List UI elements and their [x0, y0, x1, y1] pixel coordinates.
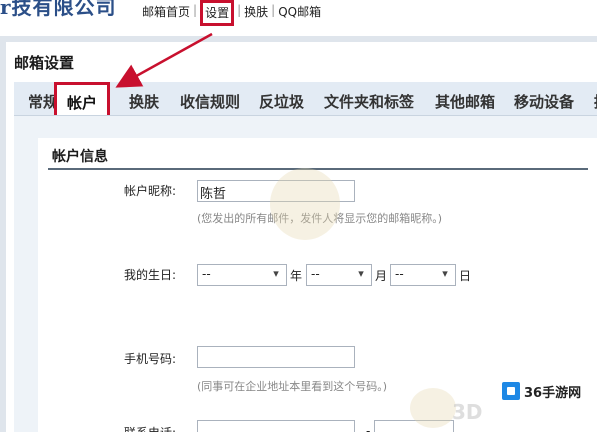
phone-hint: (同事可在企业地址本里看到这个号码。)	[197, 380, 388, 393]
top-bar: r技有限公司 邮箱首页 | 设置 | 换肤 | QQ邮箱	[0, 0, 597, 34]
birth-month-value: --	[311, 267, 320, 281]
mascot-watermark	[410, 388, 456, 428]
site-watermark: 36手游网	[502, 380, 594, 402]
nav-mailbox-home[interactable]: 邮箱首页	[142, 3, 190, 20]
contact-phone-label: 联系电话:	[66, 424, 176, 432]
nav-settings[interactable]: 设置	[200, 0, 235, 26]
top-nav: 邮箱首页 | 设置 | 换肤 | QQ邮箱	[142, 0, 321, 26]
site-watermark-text: 36手游网	[524, 386, 582, 401]
day-unit: 日	[459, 269, 472, 283]
birth-day-select[interactable]: -- ▾	[390, 264, 456, 286]
nav-skin[interactable]: 换肤	[244, 3, 268, 20]
birth-year-value: --	[202, 267, 211, 281]
tab-mobile-devices[interactable]: 移动设备	[514, 91, 574, 112]
birthday-label: 我的生日:	[123, 268, 176, 282]
chevron-down-icon: ▾	[273, 267, 279, 280]
birth-day-value: --	[395, 267, 404, 281]
nav-divider: |	[193, 3, 198, 17]
tab-anti-spam[interactable]: 反垃圾	[259, 91, 304, 112]
nickname-label: 帐户昵称:	[123, 184, 176, 198]
birth-year-select[interactable]: -- ▾	[197, 264, 287, 286]
tab-receive-rules[interactable]: 收信规则	[180, 91, 240, 112]
company-name: r技有限公司	[0, 0, 117, 19]
phone-input[interactable]	[197, 346, 355, 368]
tab-skin[interactable]: 换肤	[129, 91, 159, 112]
phone-label: 手机号码:	[123, 352, 176, 366]
page-title: 邮箱设置	[14, 54, 75, 72]
birth-month-select[interactable]: -- ▾	[306, 264, 372, 286]
contact-separator: -	[366, 424, 371, 432]
mascot-watermark	[270, 168, 340, 240]
tab-account[interactable]: 帐户	[54, 82, 111, 115]
nav-divider: |	[271, 3, 276, 17]
watermark-3dm: 3D	[452, 400, 483, 424]
settings-tabs: 常规 帐户 换肤 收信规则 反垃圾 文件夹和标签 其他邮箱 移动设备 提	[14, 82, 597, 116]
year-unit: 年	[290, 269, 303, 283]
section-title: 帐户信息	[52, 149, 108, 165]
chevron-down-icon: ▾	[442, 267, 448, 280]
nav-qq-mail[interactable]: QQ邮箱	[278, 3, 321, 20]
contact-area-input[interactable]	[197, 420, 355, 432]
site-logo-icon	[502, 382, 520, 400]
chevron-down-icon: ▾	[358, 267, 364, 280]
month-unit: 月	[375, 269, 388, 283]
tab-folders-labels[interactable]: 文件夹和标签	[324, 91, 414, 112]
nav-divider: |	[237, 3, 242, 17]
tab-other-mailboxes[interactable]: 其他邮箱	[435, 91, 495, 112]
